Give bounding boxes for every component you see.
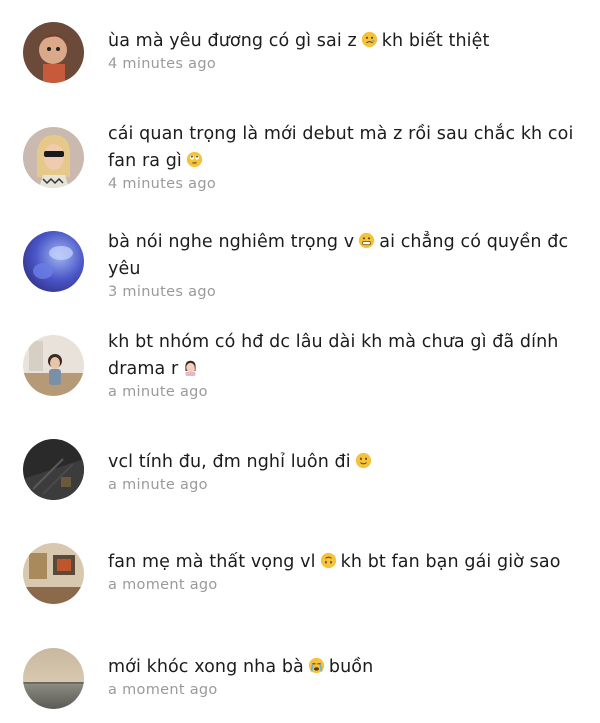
avatar[interactable] bbox=[23, 335, 84, 396]
avatar[interactable] bbox=[23, 22, 84, 83]
avatar[interactable] bbox=[23, 127, 84, 188]
comment-text: kh bt nhóm có hđ dc lâu dài kh mà chưa g… bbox=[108, 332, 559, 379]
comment-text: ùa mà yêu đương có gì sai z kh biết thiệt bbox=[108, 31, 490, 51]
comment-timestamp: 3 minutes ago bbox=[108, 284, 216, 300]
crying-face-emoji bbox=[308, 657, 325, 674]
comment-timestamp: a moment ago bbox=[108, 577, 218, 593]
comment-timestamp: 4 minutes ago bbox=[108, 176, 216, 192]
avatar[interactable] bbox=[23, 231, 84, 292]
comment-timestamp: a minute ago bbox=[108, 384, 208, 400]
avatar[interactable] bbox=[23, 439, 84, 500]
comment-timestamp: 4 minutes ago bbox=[108, 56, 216, 72]
comment-text: bà nói nghe nghiêm trọng v ai chẳng có qu… bbox=[108, 232, 569, 279]
slight-smile-emoji bbox=[355, 452, 371, 469]
comment-text: fan mẹ mà thất vọng vl kh bt fan bạn gái … bbox=[108, 552, 561, 572]
upside-down-face-emoji bbox=[320, 552, 336, 569]
comment-timestamp: a moment ago bbox=[108, 682, 218, 698]
comment-text: vcl tính đu, đm nghỉ luôn đi bbox=[108, 449, 578, 476]
comment-list: ùa mà yêu đương có gì sai z kh biết thiệt… bbox=[0, 0, 600, 723]
facepalm-woman-emoji bbox=[185, 360, 196, 376]
grimace-emoji bbox=[359, 232, 375, 249]
avatar[interactable] bbox=[23, 648, 84, 709]
avatar[interactable] bbox=[23, 543, 84, 604]
sad-face-emoji bbox=[361, 31, 377, 48]
comment-timestamp: a minute ago bbox=[108, 477, 208, 493]
comment-text: mới khóc xong nha bà buồn bbox=[108, 657, 374, 677]
eye-roll-emoji bbox=[186, 151, 203, 168]
comment-text: cái quan trọng là mới debut mà z rồi sau… bbox=[108, 124, 574, 171]
